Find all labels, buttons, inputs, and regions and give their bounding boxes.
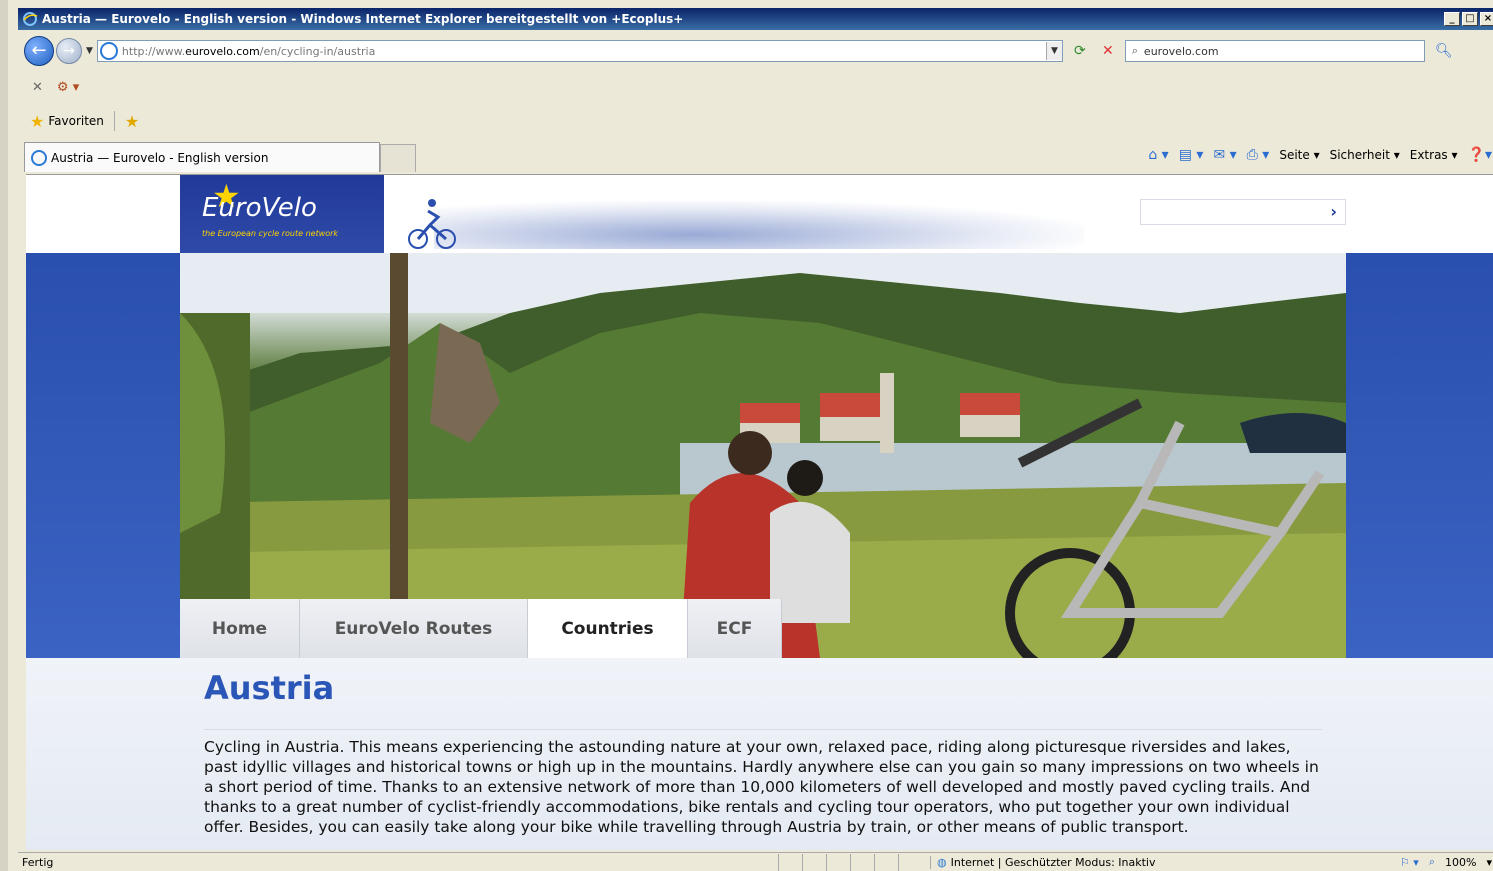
history-dropdown-icon[interactable]: ▼ (86, 46, 93, 56)
browser-search-box[interactable]: ⌕ (1124, 40, 1425, 62)
logo-tagline: the European cycle route network (202, 229, 339, 238)
browser-window: Austria — Eurovelo - English version - W… (0, 0, 1493, 871)
browser-search-input[interactable] (1143, 44, 1424, 58)
zone-label: Internet | Geschützter Modus: Inaktiv (950, 855, 1156, 869)
status-text: Fertig (22, 855, 54, 869)
page-menu-label: Seite (1279, 148, 1310, 162)
background-blue-right (1346, 253, 1493, 658)
protected-mode-icon[interactable]: ⚐ ▾ (1400, 856, 1419, 869)
site-search-go-icon[interactable]: › (1330, 202, 1337, 221)
feeds-icon[interactable]: ▤ ▾ (1179, 147, 1204, 163)
back-button[interactable]: ← (24, 36, 54, 66)
url-path: /en/cycling-in/austria (259, 44, 376, 58)
stop-icon[interactable]: ✕ (1097, 40, 1119, 62)
favorites-separator (113, 111, 115, 131)
cyclist-icon (408, 199, 456, 249)
favorites-bar: ★ Favoriten ★ (18, 106, 1493, 136)
home-icon[interactable]: ⌂ ▾ (1148, 147, 1168, 163)
close-toolbar-icon[interactable]: ✕ (32, 80, 43, 95)
search-icon: ⌕ (1131, 44, 1138, 57)
status-cells (778, 853, 922, 871)
page-icon (31, 149, 47, 166)
nav-home[interactable]: Home (180, 599, 300, 658)
tab-austria[interactable]: Austria — Eurovelo - English version (24, 142, 380, 172)
nav-ecf[interactable]: ECF (688, 599, 782, 658)
new-tab-button[interactable] (380, 144, 416, 172)
zoom-icon[interactable]: ⌕ (1429, 855, 1435, 869)
title-bar: Austria — Eurovelo - English version - W… (18, 8, 1493, 30)
background-blue-left (26, 253, 180, 658)
zoom-dropdown-icon[interactable]: ▾ (1486, 856, 1492, 869)
nav-home-label: Home (211, 618, 268, 639)
main-nav: Home EuroVelo Routes Countries ECF (180, 599, 782, 658)
status-cell (778, 853, 802, 871)
extras-menu[interactable]: Extras ▾ (1410, 148, 1458, 162)
status-bar: Fertig ◍ Internet | Geschützter Modus: I… (18, 852, 1493, 871)
security-zone[interactable]: ◍ Internet | Geschützter Modus: Inaktiv (930, 855, 1320, 869)
ie-icon (23, 12, 38, 26)
header-mist-graphic (434, 201, 1084, 249)
minimize-button[interactable]: _ (1444, 12, 1460, 26)
add-favorite-icon[interactable]: ★ (125, 112, 139, 131)
url-domain: eurovelo.com (185, 44, 260, 58)
status-cell (874, 853, 898, 871)
url-text[interactable]: http://www.eurovelo.com/en/cycling-in/au… (122, 45, 1046, 58)
arrow-left-icon: ← (31, 40, 47, 61)
tab-label: Austria — Eurovelo - English version (51, 150, 269, 165)
mail-icon[interactable]: ✉ ▾ (1213, 147, 1236, 163)
title-divider (204, 729, 1322, 730)
safety-menu-label: Sicherheit (1329, 148, 1390, 162)
address-row: ← → ▼ http://www.eurovelo.com/en/cycling… (18, 34, 1493, 68)
arrow-right-icon: → (63, 43, 75, 59)
zoom-level[interactable]: 100% (1445, 856, 1476, 869)
url-prefix: http://www. (121, 44, 186, 58)
nav-eurovelo-routes[interactable]: EuroVelo Routes (300, 599, 528, 658)
nav-countries[interactable]: Countries (528, 599, 688, 658)
hero-image (180, 253, 1346, 658)
maximize-button[interactable]: □ (1462, 12, 1478, 26)
status-cell (850, 853, 874, 871)
address-bar[interactable]: http://www.eurovelo.com/en/cycling-in/au… (96, 40, 1063, 62)
tab-row: Austria — Eurovelo - English version ⌂ ▾… (18, 140, 1493, 172)
page-icon (99, 42, 118, 60)
logo-text: EuroVelo (202, 193, 317, 223)
status-cell (802, 853, 826, 871)
close-button[interactable]: × (1480, 12, 1493, 26)
refresh-icon[interactable]: ⟳ (1069, 40, 1091, 62)
status-cell (826, 853, 850, 871)
print-icon[interactable]: ⎙ ▾ (1247, 147, 1270, 163)
zoom-control: ⚐ ▾ ⌕ 100% ▾ (1400, 855, 1493, 869)
site-search[interactable]: › (1140, 199, 1346, 225)
addon-icon[interactable]: ⚙ ▾ (57, 80, 79, 95)
forward-button[interactable]: → (56, 38, 82, 64)
page-viewport[interactable]: ★ EuroVelo the European cycle route netw… (26, 174, 1493, 850)
status-cell (898, 853, 922, 871)
favorites-star-icon: ★ (30, 111, 45, 131)
window-title: Austria — Eurovelo - English version - W… (42, 12, 684, 26)
safety-menu[interactable]: Sicherheit ▾ (1330, 148, 1400, 162)
globe-icon: ◍ (937, 855, 947, 869)
nav-routes-label: EuroVelo Routes (334, 618, 493, 639)
nav-countries-label: Countries (561, 618, 654, 639)
site-logo[interactable]: ★ EuroVelo the European cycle route netw… (180, 175, 384, 253)
help-icon[interactable]: ❓▾ (1468, 147, 1492, 163)
site-search-input[interactable] (1145, 201, 1315, 223)
nav-ecf-label: ECF (716, 618, 753, 639)
intro-paragraph: Cycling in Austria. This means experienc… (204, 738, 1319, 836)
page-menu[interactable]: Seite ▾ (1279, 148, 1319, 162)
search-go-icon[interactable]: 🔍︎ (1433, 40, 1455, 62)
address-dropdown-icon[interactable]: ▼ (1045, 42, 1062, 60)
favorites-button[interactable]: Favoriten (48, 114, 104, 128)
extras-menu-label: Extras (1409, 148, 1448, 162)
add-on-toolbar: ✕ ⚙ ▾ (18, 72, 1493, 102)
page-title: Austria (204, 669, 335, 707)
command-bar: ⌂ ▾ ▤ ▾ ✉ ▾ ⎙ ▾ Seite ▾ Sicherheit ▾ Ext… (1148, 140, 1492, 170)
